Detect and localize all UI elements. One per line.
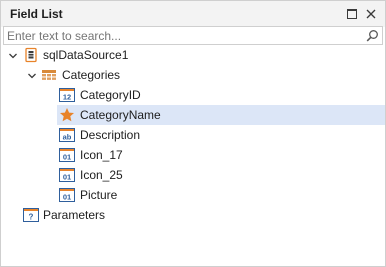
search-box: [3, 26, 383, 45]
tree-node-field-picture[interactable]: 01 Picture: [1, 185, 385, 205]
tree-node-label: Icon_17: [80, 148, 123, 162]
svg-text:01: 01: [63, 193, 71, 202]
tree-node-field-categoryid[interactable]: 12 CategoryID: [1, 85, 385, 105]
parameters-icon: ?: [23, 207, 39, 223]
tree-node-field-icon-17[interactable]: 01 Icon_17: [1, 145, 385, 165]
numeric-field-icon: 12: [59, 87, 75, 103]
panel-title: Field List: [10, 7, 63, 21]
star-icon: [59, 107, 75, 123]
text-field-icon: ab: [59, 127, 75, 143]
svg-text:ab: ab: [63, 133, 72, 142]
svg-text:?: ?: [29, 213, 34, 222]
tree-node-label: Picture: [80, 188, 118, 202]
tree-node-field-categoryname[interactable]: CategoryName: [57, 105, 385, 125]
tree-node-label: CategoryID: [80, 88, 141, 102]
tree-node-label: sqlDataSource1: [43, 48, 129, 62]
maximize-icon[interactable]: [343, 5, 361, 23]
chevron-down-icon[interactable]: [8, 50, 18, 60]
tree-node-field-icon-25[interactable]: 01 Icon_25: [1, 165, 385, 185]
tree-node-parameters[interactable]: ? Parameters: [1, 205, 385, 225]
tree-node-field-description[interactable]: ab Description: [1, 125, 385, 145]
close-icon[interactable]: [362, 5, 380, 23]
search-input[interactable]: [4, 27, 359, 44]
tree-node-table[interactable]: Categories: [1, 65, 385, 85]
svg-text:01: 01: [63, 173, 71, 182]
title-bar: Field List: [1, 1, 385, 27]
tree-node-label: Description: [80, 128, 141, 142]
binary-field-icon: 01: [59, 147, 75, 163]
svg-text:01: 01: [63, 153, 71, 162]
field-list-panel: Field List sql: [0, 0, 386, 267]
chevron-down-icon[interactable]: [27, 70, 37, 80]
table-icon: [41, 67, 57, 83]
tree-node-label: CategoryName: [80, 108, 161, 122]
tree-node-label: Categories: [62, 68, 121, 82]
binary-field-icon: 01: [59, 167, 75, 183]
binary-field-icon: 01: [59, 187, 75, 203]
tree-node-datasource[interactable]: sqlDataSource1: [1, 45, 385, 65]
tree-node-label: Icon_25: [80, 168, 123, 182]
search-icon[interactable]: [366, 29, 379, 42]
svg-text:12: 12: [63, 93, 71, 102]
database-icon: [23, 47, 39, 63]
tree-node-label: Parameters: [43, 208, 106, 222]
